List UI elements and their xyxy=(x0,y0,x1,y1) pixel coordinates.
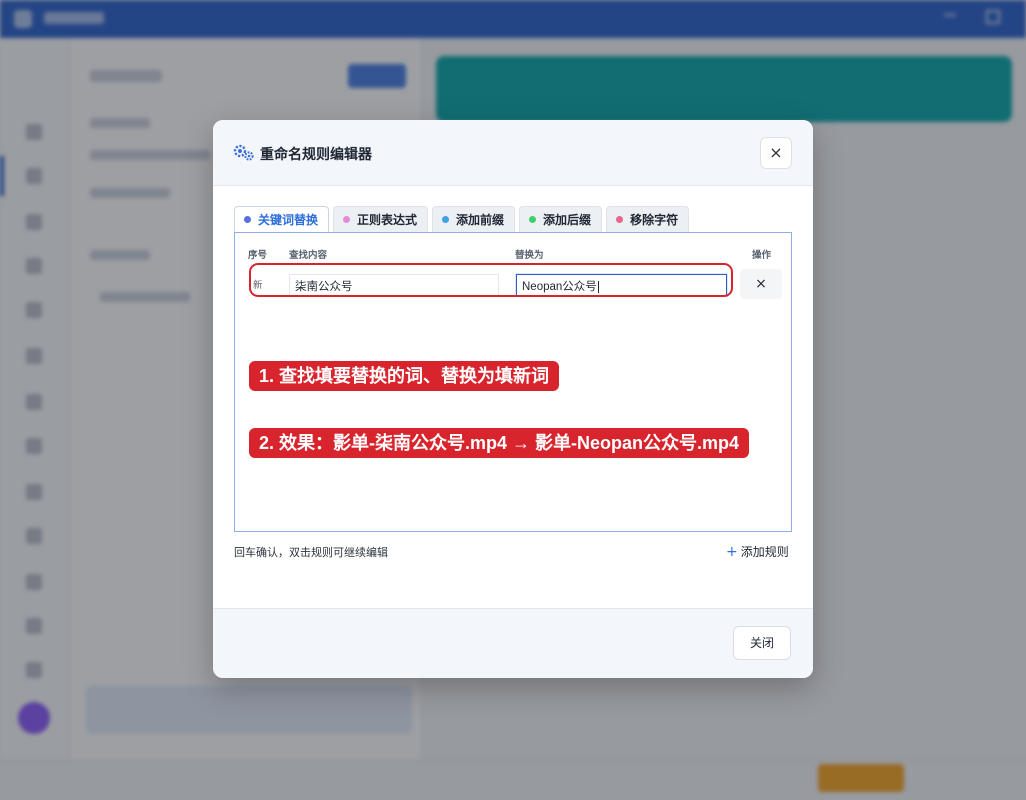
hint-text: 回车确认，双击规则可继续编辑 xyxy=(234,546,388,559)
tab-label: 添加后缀 xyxy=(543,213,592,227)
tab-dot-icon xyxy=(529,216,537,223)
tab-keyword-replace[interactable]: 关键词替换 xyxy=(234,206,330,232)
column-header-index: 序号 xyxy=(248,250,268,261)
plus-icon: + xyxy=(726,544,738,560)
tab-label: 移除字符 xyxy=(630,213,679,227)
tab-regex[interactable]: 正则表达式 xyxy=(333,206,429,232)
add-rule-button[interactable]: + 添加规则 xyxy=(726,543,789,560)
highlight-box xyxy=(249,263,733,297)
column-header-action: 操作 xyxy=(752,250,772,261)
column-header-replace: 替换为 xyxy=(515,250,544,261)
dialog-footer xyxy=(213,608,813,678)
annotation-step1: 1. 查找填要替换的词、替换为填新词 xyxy=(249,361,560,391)
annotation-step2: 2. 效果：影单-柒南公众号.mp4 → 影单-Neopan公众号.mp4 xyxy=(249,428,750,458)
column-header-find: 查找内容 xyxy=(289,250,328,261)
tab-label: 关键词替换 xyxy=(258,213,319,227)
tab-dot-icon xyxy=(244,216,251,223)
close-button[interactable]: 关闭 xyxy=(733,626,791,660)
rule-type-tabs: 关键词替换 正则表达式 添加前缀 添加后缀 移除字符 xyxy=(234,206,693,232)
rename-rule-dialog: 重命名规则编辑器 × 关键词替换 正则表达式 添加前缀 添加后缀 移除字符 序号… xyxy=(213,120,813,678)
dialog-header: 重命名规则编辑器 × xyxy=(213,120,813,186)
tab-remove-chars[interactable]: 移除字符 xyxy=(606,206,690,232)
tab-add-suffix[interactable]: 添加后缀 xyxy=(519,206,603,232)
delete-rule-button[interactable]: × xyxy=(740,269,782,299)
rules-panel: 序号 查找内容 替换为 操作 新 柒南公众号 Neopan公众号 × 1. 查找… xyxy=(234,232,792,532)
close-icon[interactable]: × xyxy=(760,137,792,169)
tab-label: 添加前缀 xyxy=(456,213,505,227)
add-rule-label: 添加规则 xyxy=(740,545,789,559)
tab-dot-icon xyxy=(616,216,624,223)
gears-icon xyxy=(233,144,254,161)
tab-dot-icon xyxy=(343,216,351,223)
tab-dot-icon xyxy=(442,216,450,223)
dialog-title: 重命名规则编辑器 xyxy=(260,147,372,163)
tab-label: 正则表达式 xyxy=(357,213,418,227)
tab-add-prefix[interactable]: 添加前缀 xyxy=(432,206,516,232)
